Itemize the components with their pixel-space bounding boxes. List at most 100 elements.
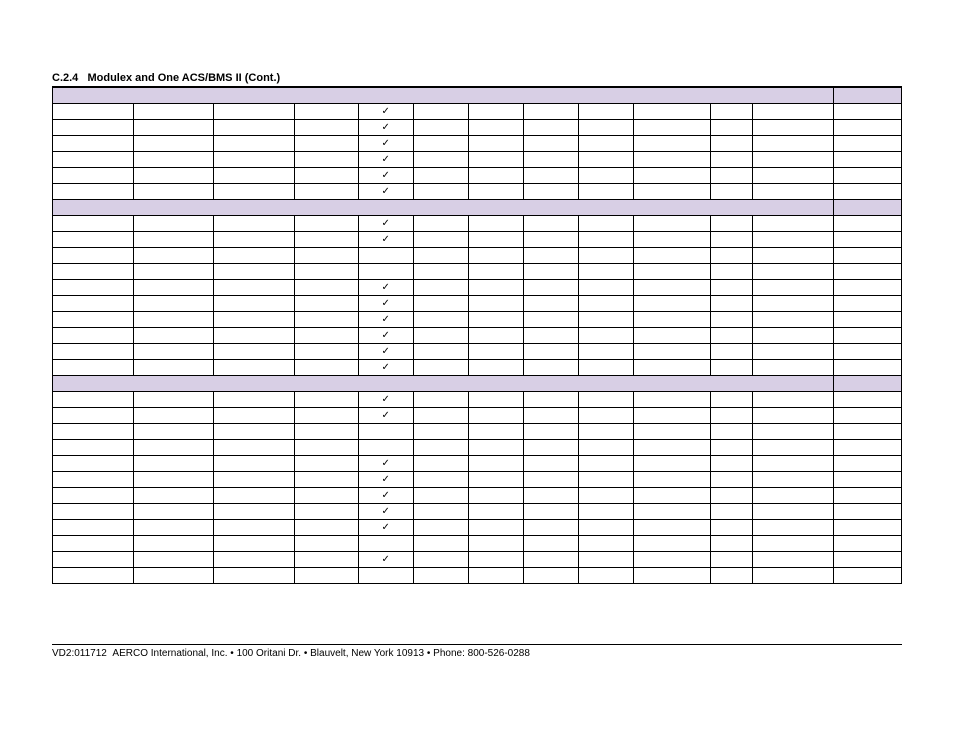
table-cell [294,216,358,232]
table-cell [413,520,468,536]
table-cell [753,232,834,248]
check-icon: ✓ [381,122,389,133]
table-cell [753,216,834,232]
table-row: ✓ [53,168,902,184]
table-row: ✓ [53,456,902,472]
table-cell [214,216,295,232]
table-cell [413,120,468,136]
table-cell [294,552,358,568]
table-cell: ✓ [358,104,413,120]
table-cell [468,232,523,248]
table-cell [214,312,295,328]
table-cell [579,392,634,408]
table-cell [413,440,468,456]
table-row [53,88,902,104]
table-cell [753,328,834,344]
page-footer: VD2:011712 AERCO International, Inc. • 1… [52,645,902,659]
table-cell [634,104,710,120]
table-cell [753,392,834,408]
table-cell: ✓ [358,328,413,344]
table-cell [358,248,413,264]
table-cell [468,152,523,168]
table-cell [753,456,834,472]
table-cell [413,216,468,232]
table-cell [634,536,710,552]
table-row [53,264,902,280]
table-cell [294,344,358,360]
table-cell [133,568,214,584]
table-cell [634,232,710,248]
footer-address: 100 Oritani Dr. [237,648,301,659]
table-cell [214,360,295,376]
table-cell [524,168,579,184]
table-cell [413,280,468,296]
table-cell [413,456,468,472]
check-icon: ✓ [381,282,389,293]
section-heading: C.2.4 Modulex and One ACS/BMS II (Cont.) [52,70,902,86]
check-icon: ✓ [381,218,389,229]
table-cell [133,552,214,568]
table-cell [468,504,523,520]
table-cell [579,264,634,280]
table-cell [53,408,134,424]
table-cell [294,392,358,408]
table-cell [833,344,901,360]
table-cell [579,360,634,376]
table-cell [214,344,295,360]
table-cell [468,120,523,136]
table-cell [524,504,579,520]
table-cell [133,248,214,264]
table-cell [468,408,523,424]
table-cell [413,552,468,568]
table-cell [133,536,214,552]
table-cell [358,440,413,456]
table-cell [833,488,901,504]
table-row: ✓ [53,552,902,568]
table-cell [710,264,752,280]
table-cell [753,136,834,152]
table-cell [214,440,295,456]
table-cell [214,488,295,504]
table-cell [468,264,523,280]
table-cell [133,152,214,168]
table-cell [468,168,523,184]
table-cell [53,504,134,520]
check-icon: ✓ [381,474,389,485]
table-cell [214,504,295,520]
table-cell [214,136,295,152]
table-cell [214,232,295,248]
table-cell [710,552,752,568]
table-cell [524,472,579,488]
table-cell [634,568,710,584]
table-cell [579,424,634,440]
table-cell [294,104,358,120]
check-icon: ✓ [381,362,389,373]
table-cell [634,264,710,280]
table-cell [524,328,579,344]
table-cell [833,376,901,392]
table-cell [413,104,468,120]
table-cell [214,280,295,296]
table-cell [413,472,468,488]
check-icon: ✓ [381,522,389,533]
table-cell [214,264,295,280]
table-cell: ✓ [358,552,413,568]
table-cell [53,120,134,136]
table-cell [214,536,295,552]
check-icon: ✓ [381,458,389,469]
table-cell [413,264,468,280]
table-cell [833,424,901,440]
table-cell [53,552,134,568]
check-icon: ✓ [381,186,389,197]
table-cell [294,264,358,280]
table-cell [710,360,752,376]
table-cell [133,360,214,376]
table-cell: ✓ [358,168,413,184]
section-number: C.2.4 [52,72,78,84]
table-cell [710,424,752,440]
table-cell [413,344,468,360]
table-cell [579,136,634,152]
table-row [53,376,902,392]
table-cell [710,440,752,456]
table-cell [524,424,579,440]
